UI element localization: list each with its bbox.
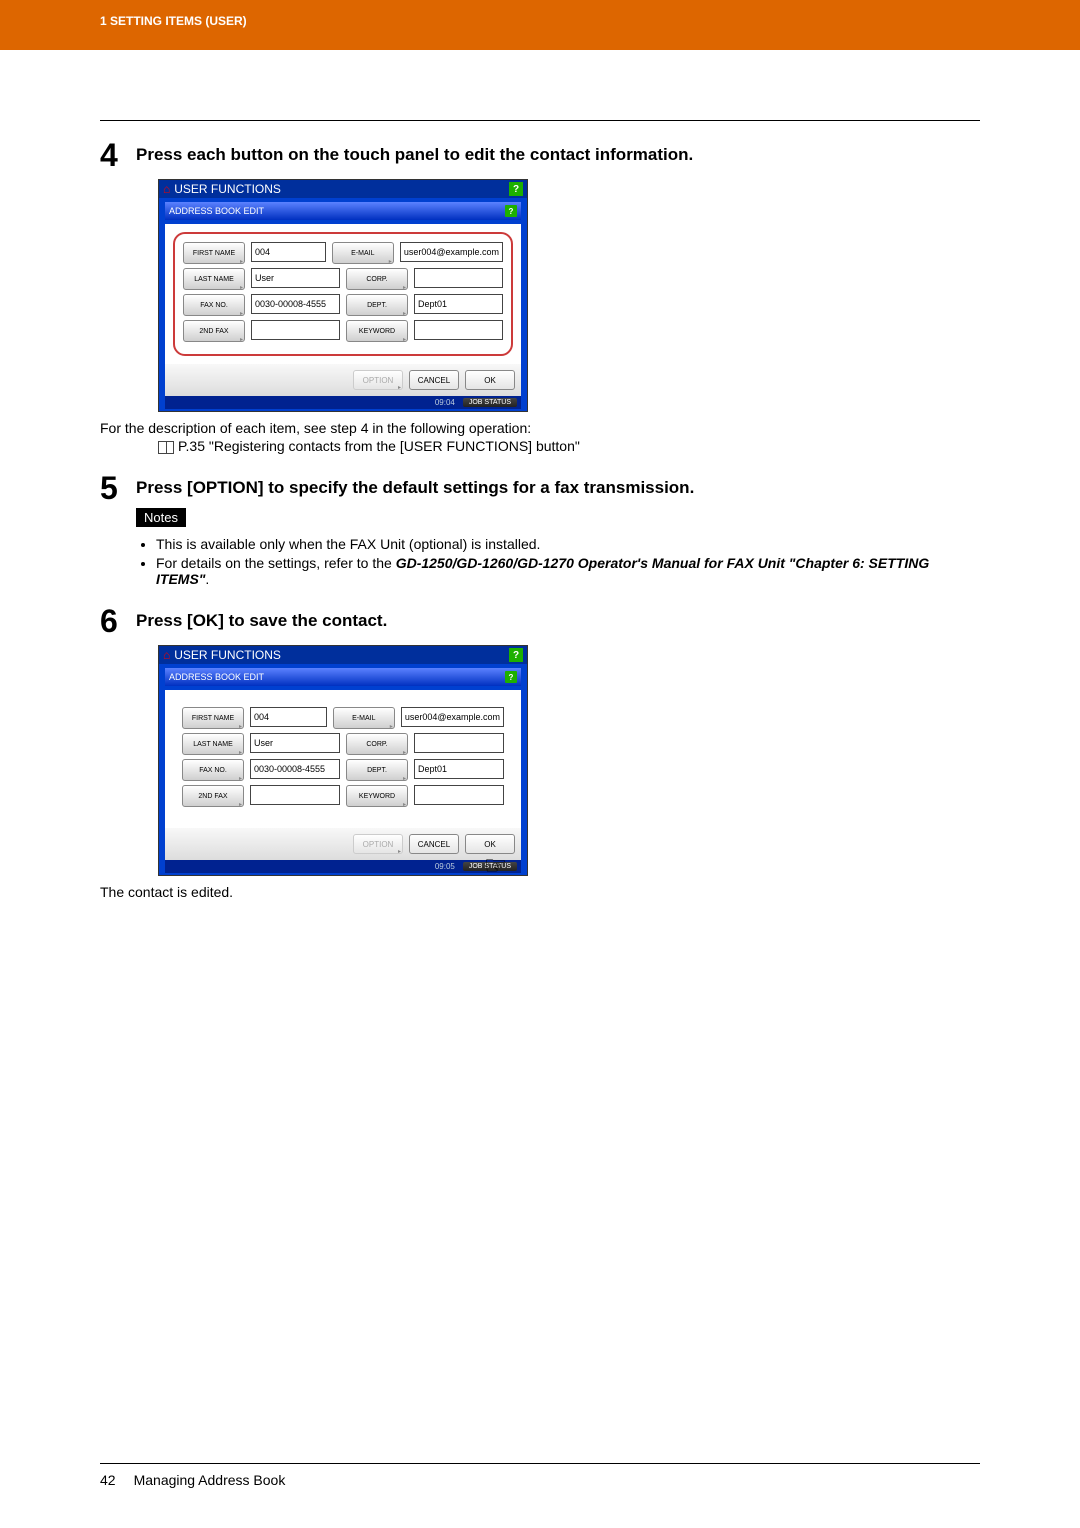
- notes-badge: Notes: [136, 508, 186, 527]
- last-name-button[interactable]: LAST NAME: [183, 268, 245, 290]
- email-field[interactable]: user004@example.com: [400, 242, 503, 262]
- dept-field[interactable]: Dept01: [414, 759, 504, 779]
- keyword-button[interactable]: KEYWORD: [346, 785, 408, 807]
- corp-button[interactable]: CORP.: [346, 268, 408, 290]
- step-4-ref: P.35 "Registering contacts from the [USE…: [158, 438, 980, 454]
- step-6-screenshot: ⌂USER FUNCTIONS ? ADDRESS BOOK EDIT ? FI…: [158, 645, 980, 876]
- fax-no-field[interactable]: 0030-00008-4555: [250, 759, 340, 779]
- notes-list: This is available only when the FAX Unit…: [136, 536, 980, 587]
- keyword-field[interactable]: [414, 320, 503, 340]
- second-fax-field[interactable]: [251, 320, 340, 340]
- panel-subtitle: ADDRESS BOOK EDIT: [169, 206, 264, 216]
- panel-titlebar: ⌂USER FUNCTIONS ?: [159, 180, 527, 198]
- status-time: 09:04: [435, 398, 455, 407]
- job-status-button[interactable]: JOB STATUS: [463, 398, 517, 407]
- step-4-title: Press each button on the touch panel to …: [136, 145, 980, 165]
- second-fax-button[interactable]: 2ND FAX: [182, 785, 244, 807]
- corp-field[interactable]: [414, 268, 503, 288]
- footer-title: Managing Address Book: [134, 1472, 286, 1488]
- footer-rule: [100, 1463, 980, 1464]
- top-rule: [100, 120, 980, 121]
- step-6-title: Press [OK] to save the contact.: [136, 611, 980, 631]
- last-name-button[interactable]: LAST NAME: [182, 733, 244, 755]
- panel-title: USER FUNCTIONS: [174, 648, 281, 662]
- first-name-button[interactable]: FIRST NAME: [183, 242, 245, 264]
- fax-no-field[interactable]: 0030-00008-4555: [251, 294, 340, 314]
- first-name-field[interactable]: 004: [251, 242, 326, 262]
- help-icon[interactable]: ?: [505, 671, 517, 683]
- keyword-button[interactable]: KEYWORD: [346, 320, 408, 342]
- form-area: FIRST NAME 004 E-MAIL user004@example.co…: [173, 698, 513, 820]
- cancel-button[interactable]: CANCEL: [409, 834, 459, 854]
- help-icon[interactable]: ?: [509, 182, 523, 196]
- cancel-button[interactable]: CANCEL: [409, 370, 459, 390]
- email-button[interactable]: E-MAIL: [333, 707, 395, 729]
- option-button[interactable]: OPTION: [353, 834, 403, 854]
- status-time: 09:05: [435, 862, 455, 871]
- hand-pointer-icon: ☞: [484, 850, 507, 881]
- help-icon[interactable]: ?: [505, 205, 517, 217]
- step-6-number: 6: [100, 605, 136, 637]
- dept-button[interactable]: DEPT.: [346, 759, 408, 781]
- email-field[interactable]: user004@example.com: [401, 707, 504, 727]
- corp-field[interactable]: [414, 733, 504, 753]
- panel-title: USER FUNCTIONS: [174, 182, 281, 196]
- email-button[interactable]: E-MAIL: [332, 242, 394, 264]
- step-5: 5 Press [OPTION] to specify the default …: [100, 472, 980, 601]
- book-icon: [158, 441, 174, 454]
- option-button[interactable]: OPTION: [353, 370, 403, 390]
- note-2: For details on the settings, refer to th…: [156, 555, 980, 587]
- step-6: 6 Press [OK] to save the contact.: [100, 605, 980, 637]
- step-4-desc: For the description of each item, see st…: [100, 420, 980, 436]
- step-5-number: 5: [100, 472, 136, 504]
- dept-button[interactable]: DEPT.: [346, 294, 408, 316]
- second-fax-button[interactable]: 2ND FAX: [183, 320, 245, 342]
- page-number: 42: [100, 1472, 116, 1488]
- step-4: 4 Press each button on the touch panel t…: [100, 139, 980, 171]
- panel-titlebar: ⌂USER FUNCTIONS ?: [159, 646, 527, 664]
- corp-button[interactable]: CORP.: [346, 733, 408, 755]
- first-name-field[interactable]: 004: [250, 707, 327, 727]
- step-6-after: The contact is edited.: [100, 884, 980, 900]
- section-header: 1 SETTING ITEMS (USER): [100, 14, 247, 28]
- first-name-button[interactable]: FIRST NAME: [182, 707, 244, 729]
- fax-no-button[interactable]: FAX NO.: [183, 294, 245, 316]
- ok-button[interactable]: OK: [465, 370, 515, 390]
- step-5-title: Press [OPTION] to specify the default se…: [136, 478, 980, 498]
- second-fax-field[interactable]: [250, 785, 340, 805]
- panel-subtitle: ADDRESS BOOK EDIT: [169, 672, 264, 682]
- help-icon[interactable]: ?: [509, 648, 523, 662]
- keyword-field[interactable]: [414, 785, 504, 805]
- note-1: This is available only when the FAX Unit…: [156, 536, 980, 552]
- last-name-field[interactable]: User: [251, 268, 340, 288]
- step-4-screenshot: ⌂USER FUNCTIONS ? ADDRESS BOOK EDIT ? FI…: [158, 179, 980, 412]
- dept-field[interactable]: Dept01: [414, 294, 503, 314]
- last-name-field[interactable]: User: [250, 733, 340, 753]
- step-4-number: 4: [100, 139, 136, 171]
- fax-no-button[interactable]: FAX NO.: [182, 759, 244, 781]
- form-highlight: FIRST NAME 004 E-MAIL user004@example.co…: [173, 232, 513, 356]
